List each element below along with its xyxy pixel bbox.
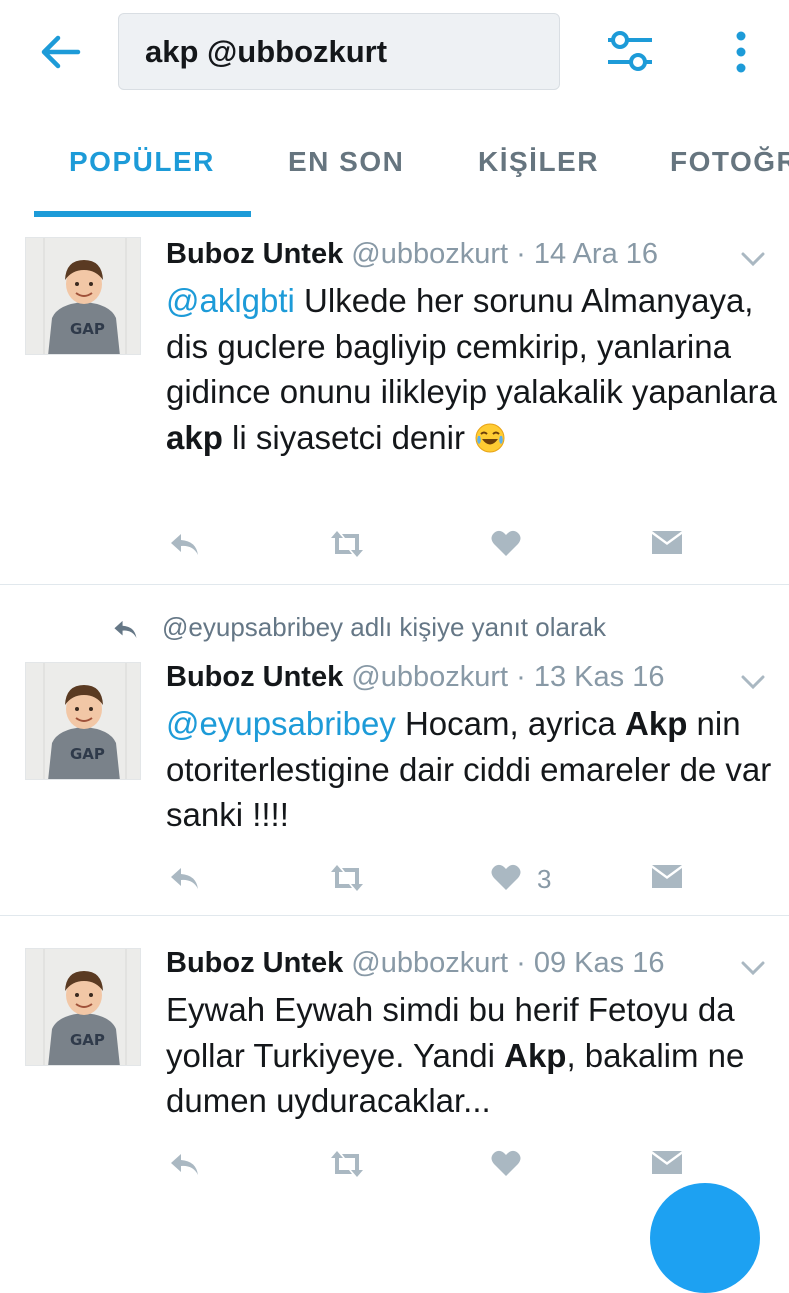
direct-message-icon[interactable] [650, 1148, 684, 1178]
tweet-actions: 3 [0, 862, 789, 902]
tweet-date: · 13 Kas 16 [516, 661, 665, 693]
tab-people[interactable]: KİŞİLER [478, 146, 599, 178]
author-name[interactable]: Buboz Untek [166, 947, 343, 979]
tweet-text: @aklgbti Ulkede her sorunu Almanyaya, di… [166, 278, 778, 460]
filter-icon[interactable] [604, 28, 656, 74]
tweet[interactable]: GAP Buboz Untek @ubbozkurt · 09 Kas 16 E… [0, 916, 789, 1200]
avatar[interactable]: GAP [25, 948, 141, 1066]
search-tabs: POPÜLER EN SON KİŞİLER FOTOĞRAFLAR [0, 108, 789, 218]
more-options-icon[interactable] [730, 30, 752, 74]
tweet-header: Buboz Untek @ubbozkurt · 09 Kas 16 [166, 947, 664, 980]
retweet-icon[interactable] [327, 1148, 367, 1180]
tweet-header: Buboz Untek @ubbozkurt · 14 Ara 16 [166, 238, 658, 271]
retweet-icon[interactable] [327, 862, 367, 894]
tab-popular[interactable]: POPÜLER [69, 146, 215, 178]
direct-message-icon[interactable] [650, 528, 684, 558]
search-query: akp @ubbozkurt [145, 34, 388, 69]
reply-context-text[interactable]: @eyupsabribey adlı kişiye yanıt olarak [162, 612, 606, 642]
like-count: 3 [537, 864, 552, 894]
active-tab-indicator [34, 211, 251, 217]
tweet-actions [0, 528, 789, 568]
author-handle[interactable]: @ubbozkurt [351, 947, 508, 979]
chevron-down-icon[interactable] [740, 959, 766, 977]
highlighted-keyword: akp [166, 418, 223, 456]
chevron-down-icon[interactable] [740, 673, 766, 691]
reply-context: @eyupsabribey adlı kişiye yanıt olarak [110, 612, 606, 643]
like-heart-icon[interactable] [490, 1148, 522, 1178]
avatar[interactable]: GAP [25, 237, 141, 355]
like-heart-icon[interactable] [490, 862, 522, 892]
avatar-photo: GAP [26, 949, 140, 1065]
tweet[interactable]: @eyupsabribey adlı kişiye yanıt olarak G… [0, 585, 789, 915]
tweet-text: Eywah Eywah simdi bu herif Fetoyu da yol… [166, 987, 778, 1124]
author-name[interactable]: Buboz Untek [166, 238, 343, 270]
avatar-photo: GAP [26, 663, 140, 779]
reply-icon[interactable] [167, 1148, 201, 1180]
svg-text:GAP: GAP [70, 745, 105, 763]
highlighted-keyword: Akp [504, 1036, 567, 1074]
tab-latest[interactable]: EN SON [288, 146, 404, 178]
author-handle[interactable]: @ubbozkurt [351, 661, 508, 693]
tweet-text-segment: Hocam, ayrica [395, 705, 626, 742]
tweet-date: · 09 Kas 16 [516, 947, 665, 979]
avatar-photo: GAP [26, 238, 140, 354]
svg-text:GAP: GAP [70, 1031, 105, 1049]
tweet-text-segment: li siyasetci denir [222, 418, 475, 456]
avatar[interactable]: GAP [25, 662, 141, 780]
mention-link[interactable]: @aklgbti [166, 282, 295, 319]
reply-icon[interactable] [167, 528, 201, 560]
tweet-text: @eyupsabribey Hocam, ayrica Akp nin otor… [166, 701, 778, 838]
tweet-actions [0, 1148, 789, 1188]
mention-link[interactable]: @eyupsabribey [166, 705, 396, 742]
author-name[interactable]: Buboz Untek [166, 661, 343, 693]
back-arrow-icon[interactable] [38, 30, 82, 74]
reply-icon[interactable] [167, 862, 201, 894]
svg-text:GAP: GAP [70, 320, 105, 338]
tweet-header: Buboz Untek @ubbozkurt · 13 Kas 16 [166, 661, 664, 694]
like-heart-icon[interactable] [490, 528, 522, 558]
chevron-down-icon[interactable] [740, 250, 766, 268]
author-handle[interactable]: @ubbozkurt [351, 238, 508, 270]
reply-context-icon [114, 621, 137, 639]
tears-of-joy-emoji [475, 423, 505, 452]
tweet[interactable]: GAP Buboz Untek @ubbozkurt · 14 Ara 16 @… [0, 226, 789, 584]
top-bar: akp @ubbozkurt [0, 0, 789, 108]
highlighted-keyword: Akp [625, 705, 688, 742]
search-input[interactable]: akp @ubbozkurt [118, 13, 560, 90]
tweet-date: · 14 Ara 16 [516, 238, 659, 270]
direct-message-icon[interactable] [650, 862, 684, 892]
tab-photos[interactable]: FOTOĞRAFLAR [670, 146, 789, 178]
retweet-icon[interactable] [327, 528, 367, 560]
